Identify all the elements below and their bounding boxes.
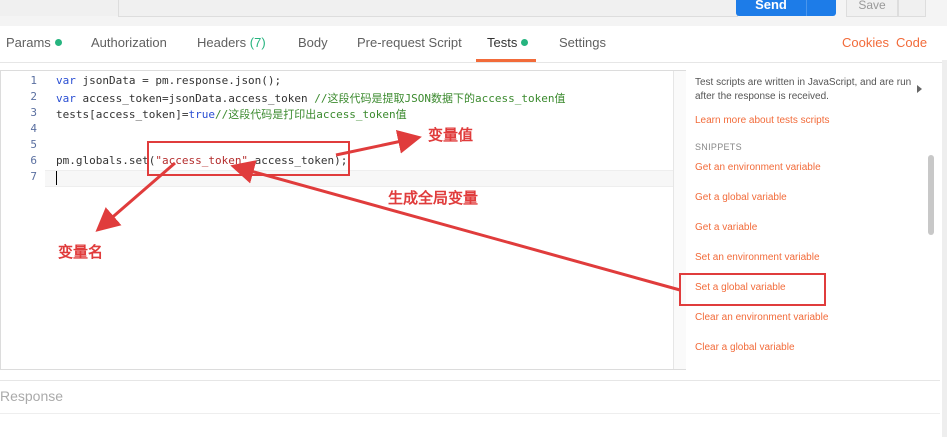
- editor-scrollbar[interactable]: [673, 71, 686, 369]
- tab-settings[interactable]: Settings: [559, 35, 606, 50]
- active-dot-icon: [521, 39, 529, 46]
- active-tab-indicator: [476, 59, 536, 62]
- tab-label: Tests: [487, 35, 518, 50]
- tab-tests[interactable]: Tests: [487, 35, 529, 50]
- tests-description: Test scripts are written in JavaScript, …: [695, 77, 912, 102]
- tab-authorization[interactable]: Authorization: [91, 35, 167, 50]
- snippets-scrollbar[interactable]: [928, 155, 934, 235]
- line-number: 2: [30, 90, 37, 103]
- code-line-6: pm.globals.set("access_token",access_tok…: [56, 154, 347, 167]
- snippet-get-environment-variable[interactable]: Get an environment variable: [695, 162, 821, 173]
- active-dot-icon: [54, 39, 62, 46]
- tab-label: Body: [298, 35, 328, 50]
- save-dropdown-button[interactable]: [898, 0, 926, 17]
- code-line-1: var jsonData = pm.response.json();: [56, 74, 281, 87]
- response-divider: [0, 380, 940, 381]
- code-link[interactable]: Code: [896, 35, 927, 50]
- code-line-2: var access_token=jsonData.access_token /…: [56, 90, 566, 106]
- tab-label: Settings: [559, 35, 606, 50]
- snippet-get-global-variable[interactable]: Get a global variable: [695, 192, 787, 203]
- code-text: tests[access_token]=: [56, 108, 189, 121]
- learn-more-link[interactable]: Learn more about tests scripts: [695, 115, 915, 126]
- tab-label: Headers: [197, 35, 247, 50]
- code-text: ,access_token);: [248, 154, 348, 167]
- headers-count: (7): [249, 35, 266, 50]
- tab-label: Params: [6, 35, 51, 50]
- cookies-link[interactable]: Cookies: [842, 35, 889, 50]
- tab-headers[interactable]: Headers (7): [197, 35, 266, 50]
- code-keyword: true: [188, 108, 215, 121]
- code-text: access_token=jsonData.access_token: [75, 92, 315, 105]
- code-keyword: var: [56, 92, 76, 105]
- line-number: 5: [30, 138, 37, 151]
- line-number: 3: [30, 106, 37, 119]
- text-caret: [56, 171, 57, 185]
- code-comment: //这段代码是打印出access_token值: [214, 108, 407, 121]
- tab-label: Pre-request Script: [357, 35, 462, 50]
- tab-pre-request-script[interactable]: Pre-request Script: [357, 35, 462, 50]
- window-edge: [942, 60, 947, 437]
- annotation-global-label: 生成全局变量: [388, 190, 479, 207]
- tab-params[interactable]: Params: [6, 35, 62, 50]
- code-keyword: var: [56, 74, 76, 87]
- request-bar: Send Save: [0, 0, 947, 26]
- snippet-clear-environment-variable[interactable]: Clear an environment variable: [695, 312, 828, 323]
- code-line-3: tests[access_token]=true//这段代码是打印出access…: [56, 106, 407, 122]
- snippets-heading: SNIPPETS: [695, 142, 742, 152]
- annotation-value-label: 变量值: [428, 127, 474, 144]
- line-number-gutter: 1 2 3 4 5 6 7: [1, 71, 45, 369]
- line-number: 7: [30, 170, 37, 183]
- snippets-panel: Test scripts are written in JavaScript, …: [695, 76, 915, 152]
- response-heading: Response: [0, 388, 64, 404]
- send-button[interactable]: Send: [736, 0, 806, 16]
- method-select[interactable]: [0, 0, 119, 16]
- tab-body[interactable]: Body: [298, 35, 328, 50]
- collapse-panel-icon[interactable]: [917, 85, 922, 93]
- send-dropdown-button[interactable]: [806, 0, 836, 16]
- current-line-highlight: [45, 170, 685, 187]
- snippet-get-variable[interactable]: Get a variable: [695, 222, 757, 233]
- code-text: jsonData = pm.response.json();: [75, 74, 282, 87]
- tab-label: Authorization: [91, 35, 167, 50]
- line-number: 1: [30, 74, 37, 87]
- line-number: 6: [30, 154, 37, 167]
- code-string: "access_token": [155, 154, 249, 167]
- line-number: 4: [30, 122, 37, 135]
- snippet-set-global-variable[interactable]: Set a global variable: [695, 282, 786, 293]
- response-divider-bottom: [0, 413, 940, 414]
- request-tabs: Params Authorization Headers (7) Body Pr…: [0, 26, 947, 63]
- snippet-clear-global-variable[interactable]: Clear a global variable: [695, 342, 795, 353]
- test-script-editor[interactable]: 1 2 3 4 5 6 7 var jsonData = pm.response…: [0, 70, 686, 370]
- code-comment: //这段代码是提取JSON数据下的access_token值: [314, 92, 566, 105]
- url-input[interactable]: [118, 0, 738, 17]
- annotation-name-label: 变量名: [58, 244, 104, 261]
- save-button[interactable]: Save: [846, 0, 898, 17]
- snippet-set-environment-variable[interactable]: Set an environment variable: [695, 252, 820, 263]
- code-text: pm.globals.set(: [56, 154, 156, 167]
